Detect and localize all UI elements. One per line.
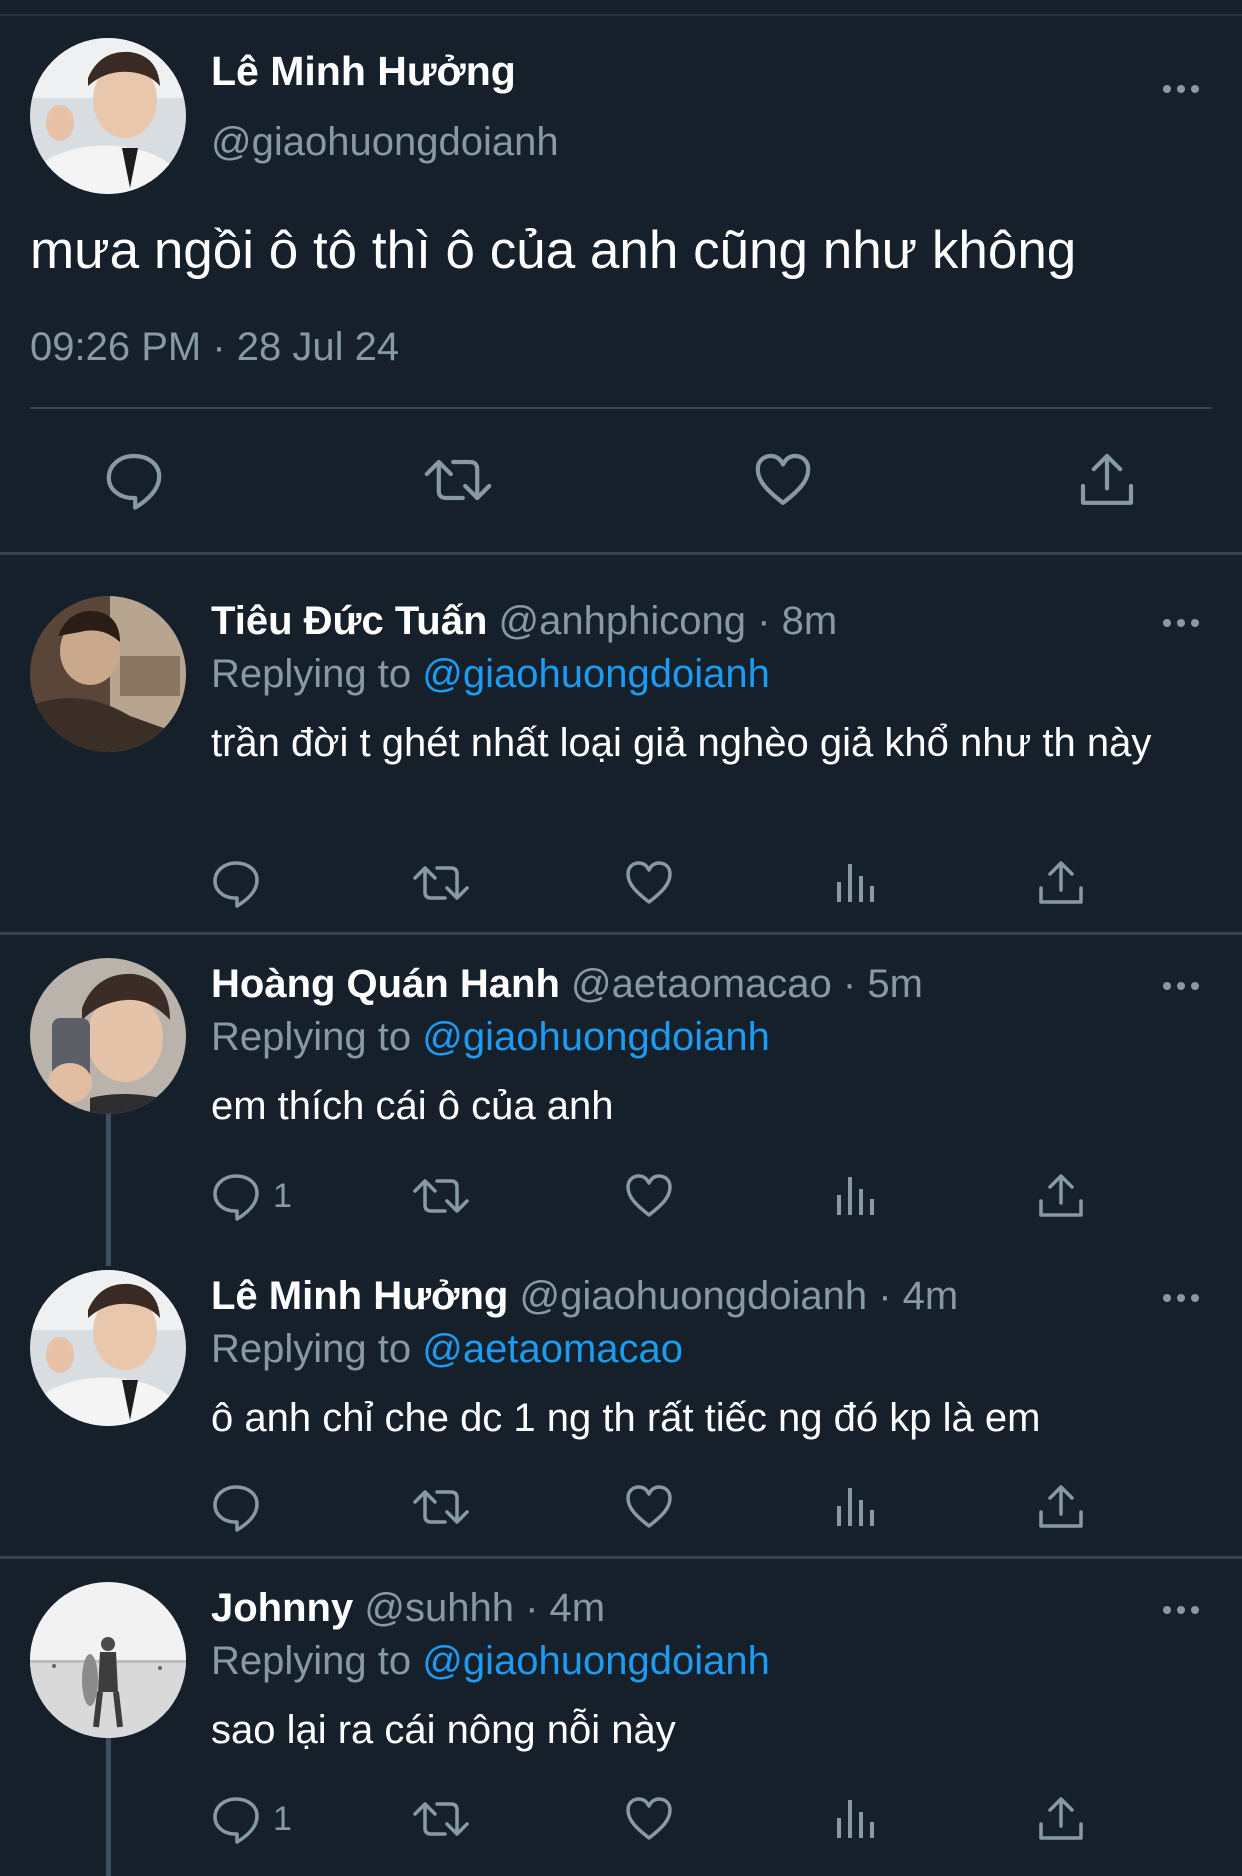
share-icon[interactable] xyxy=(1036,1792,1086,1846)
analytics-icon[interactable] xyxy=(831,1792,881,1846)
author-handle[interactable]: @aetaomacao xyxy=(571,962,832,1006)
like-icon[interactable] xyxy=(624,1480,674,1534)
avatar[interactable] xyxy=(30,1270,186,1426)
reply-text: em thích cái ô của anh xyxy=(211,1084,614,1128)
replying-to-link[interactable]: @giaohuongdoianh xyxy=(422,1639,770,1683)
author-name[interactable]: Johnny xyxy=(211,1586,353,1630)
separator-dot: · xyxy=(757,599,771,643)
reply-button[interactable] xyxy=(211,1480,273,1534)
like-icon[interactable] xyxy=(624,1169,674,1223)
author-handle[interactable]: @giaohuongdoianh xyxy=(520,1274,868,1318)
reply-header: Johnny @suhhh · 4m xyxy=(211,1586,605,1631)
author-handle[interactable]: @anhphicong xyxy=(499,599,746,643)
replying-to: Replying to @giaohuongdoianh xyxy=(211,1015,770,1060)
replying-to-label: Replying to xyxy=(211,652,412,696)
thread-line xyxy=(106,1114,111,1266)
reply-icon xyxy=(211,1794,261,1844)
author-name[interactable]: Hoàng Quán Hanh xyxy=(211,962,560,1006)
replying-to: Replying to @aetaomacao xyxy=(211,1327,683,1372)
reply-icon[interactable] xyxy=(104,450,164,510)
separator-dot: · xyxy=(878,1274,892,1318)
reply-header: Hoàng Quán Hanh @aetaomacao · 5m xyxy=(211,962,923,1007)
more-icon[interactable] xyxy=(1161,1600,1201,1620)
author-name[interactable]: Lê Minh Hưởng xyxy=(211,1274,508,1318)
replying-to: Replying to @giaohuongdoianh xyxy=(211,1639,770,1684)
reply-icon xyxy=(211,1171,261,1221)
reply-text: trần đời t ghét nhất loại giả nghèo giả … xyxy=(211,721,1152,765)
reply-count: 1 xyxy=(273,1799,292,1838)
like-icon[interactable] xyxy=(624,1792,674,1846)
author-name[interactable]: Lê Minh Hưởng xyxy=(211,48,516,95)
separator-dot: · xyxy=(525,1586,539,1630)
share-icon[interactable] xyxy=(1036,856,1086,910)
replying-to-label: Replying to xyxy=(211,1639,412,1683)
avatar[interactable] xyxy=(30,1582,186,1738)
like-icon[interactable] xyxy=(624,856,674,910)
replying-to-link[interactable]: @giaohuongdoianh xyxy=(422,652,770,696)
divider xyxy=(30,407,1212,409)
reply-icon xyxy=(211,858,261,908)
reply-time: 4m xyxy=(902,1274,959,1318)
avatar[interactable] xyxy=(30,38,186,194)
author-handle[interactable]: @suhhh xyxy=(364,1586,514,1630)
retweet-icon[interactable] xyxy=(424,450,492,510)
reply-count: 1 xyxy=(273,1176,292,1215)
author-name[interactable]: Tiêu Đức Tuấn xyxy=(211,599,487,643)
reply-text: sao lại ra cái nông nỗi này xyxy=(211,1708,676,1752)
author-handle[interactable]: @giaohuongdoianh xyxy=(211,120,559,165)
more-icon[interactable] xyxy=(1161,613,1201,633)
divider xyxy=(0,552,1242,555)
analytics-icon[interactable] xyxy=(831,1169,881,1223)
analytics-icon[interactable] xyxy=(831,856,881,910)
replying-to-label: Replying to xyxy=(211,1327,412,1371)
divider xyxy=(0,932,1242,935)
retweet-icon[interactable] xyxy=(413,856,469,910)
retweet-icon[interactable] xyxy=(413,1792,469,1846)
retweet-icon[interactable] xyxy=(413,1169,469,1223)
replying-to-link[interactable]: @aetaomacao xyxy=(422,1327,683,1371)
more-icon[interactable] xyxy=(1161,79,1201,99)
share-icon[interactable] xyxy=(1036,1480,1086,1534)
reply-icon xyxy=(211,1482,261,1532)
reply-button[interactable]: 1 xyxy=(211,1169,292,1223)
share-icon[interactable] xyxy=(1036,1169,1086,1223)
top-border xyxy=(0,0,1242,16)
reply-header: Tiêu Đức Tuấn @anhphicong · 8m xyxy=(211,599,837,644)
more-icon[interactable] xyxy=(1161,976,1201,996)
reply-button[interactable] xyxy=(211,856,273,910)
retweet-icon[interactable] xyxy=(413,1480,469,1534)
like-icon[interactable] xyxy=(753,450,813,510)
thread-line xyxy=(106,1738,111,1876)
avatar[interactable] xyxy=(30,596,186,752)
reply-time: 8m xyxy=(781,599,838,643)
divider xyxy=(0,1556,1242,1559)
more-icon[interactable] xyxy=(1161,1288,1201,1308)
replying-to-label: Replying to xyxy=(211,1015,412,1059)
reply-time: 5m xyxy=(867,962,923,1006)
separator-dot: · xyxy=(842,962,857,1006)
reply-time: 4m xyxy=(549,1586,606,1630)
replying-to: Replying to @giaohuongdoianh xyxy=(211,652,770,697)
share-icon[interactable] xyxy=(1077,450,1137,510)
reply-button[interactable]: 1 xyxy=(211,1792,292,1846)
avatar[interactable] xyxy=(30,958,186,1114)
tweet-text: mưa ngồi ô tô thì ô của anh cũng như khô… xyxy=(30,221,1077,280)
reply-header: Lê Minh Hưởng @giaohuongdoianh · 4m xyxy=(211,1274,958,1319)
reply-text: ô anh chỉ che dc 1 ng th rất tiếc ng đó … xyxy=(211,1396,1041,1440)
analytics-icon[interactable] xyxy=(831,1480,881,1534)
replying-to-link[interactable]: @giaohuongdoianh xyxy=(422,1015,770,1059)
tweet-timestamp: 09:26 PM · 28 Jul 24 xyxy=(30,325,400,369)
